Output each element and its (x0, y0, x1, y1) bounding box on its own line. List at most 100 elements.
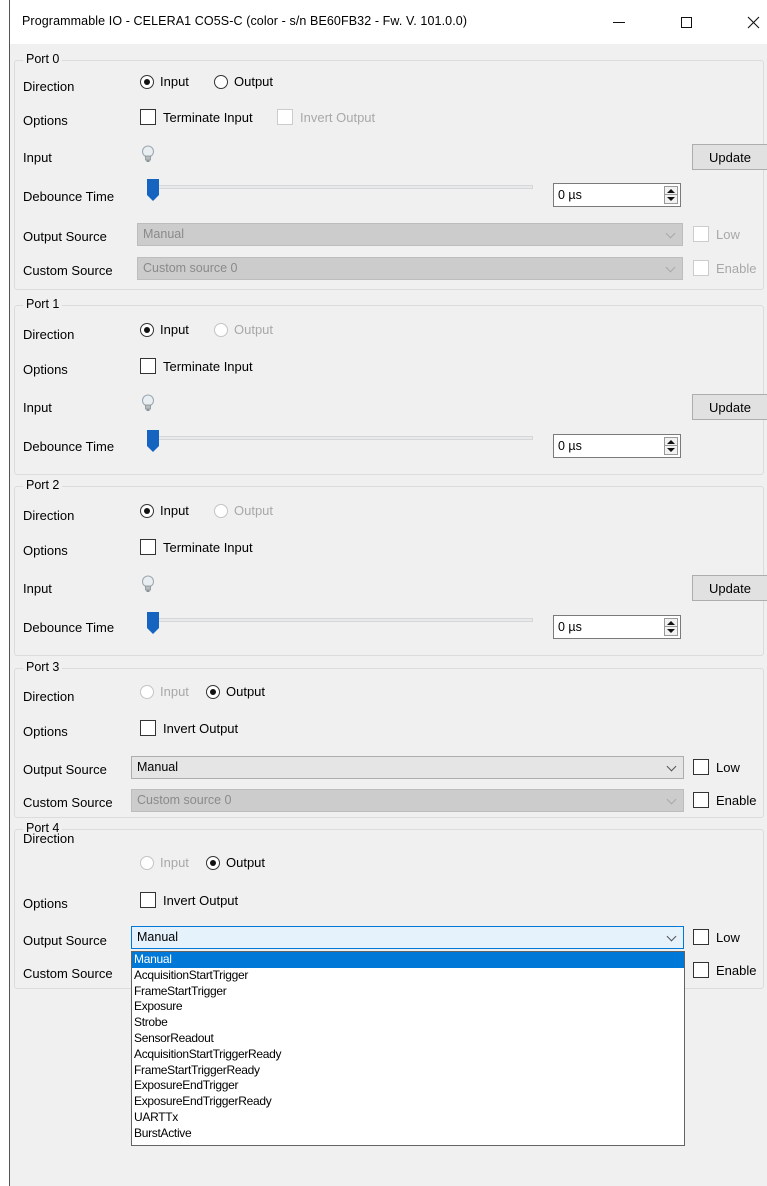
dropdown-option[interactable]: FrameStartTriggerReady (132, 1063, 684, 1079)
checkbox-label: Invert Output (300, 109, 376, 125)
port-0-debounce-spinbox[interactable]: 0 µs (553, 183, 681, 207)
spin-arrows-icon[interactable] (664, 618, 678, 636)
port-3-options-label: Options (23, 724, 68, 739)
port-2-title: Port 2 (23, 478, 63, 492)
spinbox-value: 0 µs (558, 188, 582, 202)
port-4-enable-checkbox[interactable]: Enable (693, 962, 756, 978)
minimize-button[interactable] (596, 0, 642, 44)
checkbox-icon (693, 759, 709, 775)
port-4-output-source-combo[interactable]: Manual (131, 926, 684, 949)
combo-value: Custom source 0 (143, 261, 238, 275)
port-2-debounce-slider-thumb[interactable] (147, 612, 159, 634)
dropdown-option[interactable]: AcquisitionStartTrigger (132, 968, 684, 984)
port-3-direction-input-radio: Input (140, 684, 189, 699)
port-4-direction-output-radio[interactable]: Output (206, 855, 265, 870)
port-0-direction-output-radio[interactable]: Output (214, 74, 273, 89)
close-icon (747, 16, 759, 28)
dropdown-option[interactable]: ExposureEndTriggerReady (132, 1094, 684, 1110)
port-0-title: Port 0 (23, 52, 63, 66)
port-2-debounce-slider[interactable] (147, 618, 533, 622)
combo-value: Manual (137, 760, 178, 774)
checkbox-icon (277, 109, 293, 125)
spin-arrows-icon[interactable] (664, 437, 678, 455)
radio-label: Input (160, 503, 189, 518)
checkbox-icon (140, 109, 156, 125)
radio-checked-icon (140, 74, 154, 89)
port-4-low-checkbox[interactable]: Low (693, 929, 740, 945)
dropdown-option[interactable]: UARTTx (132, 1110, 684, 1126)
port-3-output-source-combo[interactable]: Manual (131, 756, 684, 779)
port-1-debounce-slider-thumb[interactable] (147, 430, 159, 452)
maximize-button[interactable] (663, 0, 709, 44)
port-0-terminate-input-checkbox[interactable]: Terminate Input (140, 109, 253, 125)
dropdown-option[interactable]: BurstActive (132, 1126, 684, 1142)
checkbox-label: Terminate Input (163, 358, 253, 374)
checkbox-icon (693, 929, 709, 945)
port-0-options-label: Options (23, 113, 68, 128)
port-3-enable-checkbox[interactable]: Enable (693, 792, 756, 808)
port-0-debounce-slider-thumb[interactable] (147, 179, 159, 201)
checkbox-label: Terminate Input (163, 539, 253, 555)
checkbox-label: Invert Output (163, 892, 239, 908)
close-button[interactable] (730, 0, 767, 44)
dropdown-option[interactable]: SensorReadout (132, 1031, 684, 1047)
output-source-dropdown-list[interactable]: Manual AcquisitionStartTrigger FrameStartT… (131, 951, 685, 1146)
port-3-direction-output-radio[interactable]: Output (206, 684, 265, 699)
dropdown-option[interactable]: ExposureEndTrigger (132, 1078, 684, 1094)
checkbox-label: Enable (716, 792, 757, 808)
dropdown-option[interactable]: FrameStartTrigger (132, 984, 684, 1000)
port-3-invert-output-checkbox[interactable]: Invert Output (140, 720, 238, 736)
port-0-debounce-label: Debounce Time (23, 189, 115, 204)
port-4-invert-output-checkbox[interactable]: Invert Output (140, 892, 238, 908)
port-1-direction-output-radio: Output (214, 322, 273, 337)
port-2-direction-input-radio[interactable]: Input (140, 503, 189, 518)
maximize-icon (680, 16, 692, 28)
dropdown-option[interactable]: AcquisitionStartTriggerReady (132, 1047, 684, 1063)
port-0-debounce-slider[interactable] (147, 185, 533, 189)
dropdown-option[interactable]: Exposure (132, 999, 684, 1015)
checkbox-icon (140, 539, 156, 555)
port-1-debounce-spinbox[interactable]: 0 µs (553, 434, 681, 458)
port-3-custom-source-combo: Custom source 0 (131, 789, 684, 812)
port-0-custom-source-label: Custom Source (23, 263, 113, 278)
port-4-options-label: Options (23, 896, 68, 911)
port-0-custom-source-combo: Custom source 0 (137, 257, 683, 280)
port-2-direction-label: Direction (23, 508, 75, 523)
checkbox-icon (693, 962, 709, 978)
port-0-enable-checkbox: Enable (693, 260, 756, 276)
checkbox-label: Terminate Input (163, 109, 253, 125)
chevron-down-icon (666, 761, 677, 772)
checkbox-label: Enable (716, 260, 757, 276)
radio-label: Input (160, 855, 189, 870)
radio-checked-icon (140, 503, 154, 518)
radio-checked-icon (140, 322, 154, 337)
port-2-update-button[interactable]: Update (692, 575, 767, 601)
radio-label: Output (234, 322, 274, 337)
spin-arrows-icon[interactable] (664, 186, 678, 204)
port-1-debounce-slider[interactable] (147, 436, 533, 440)
port-3-low-checkbox[interactable]: Low (693, 759, 740, 775)
combo-value: Manual (143, 227, 184, 241)
radio-unchecked-icon (214, 503, 228, 518)
port-0-update-button[interactable]: Update (692, 144, 767, 170)
port-1-update-button[interactable]: Update (692, 394, 767, 420)
port-1-input-label: Input (23, 400, 52, 415)
port-1-direction-input-radio[interactable]: Input (140, 322, 189, 337)
dropdown-option[interactable]: Strobe (132, 1015, 684, 1031)
checkbox-label: Low (716, 929, 740, 945)
checkbox-icon (693, 226, 709, 242)
dropdown-option[interactable]: Manual (132, 952, 684, 968)
port-3-custom-source-label: Custom Source (23, 795, 113, 810)
port-0-direction-input-radio[interactable]: Input (140, 74, 189, 89)
title-bar: Programmable IO - CELERA1 CO5S-C (color … (10, 0, 767, 44)
port-2-terminate-input-checkbox[interactable]: Terminate Input (140, 539, 253, 555)
port-0-output-source-label: Output Source (23, 229, 107, 244)
port-1-terminate-input-checkbox[interactable]: Terminate Input (140, 358, 253, 374)
port-2-options-label: Options (23, 543, 68, 558)
combo-value: Custom source 0 (137, 793, 232, 807)
radio-unchecked-icon (214, 74, 228, 89)
port-0-input-label: Input (23, 150, 52, 165)
chevron-down-icon (665, 228, 676, 239)
port-2-debounce-spinbox[interactable]: 0 µs (553, 615, 681, 639)
port-0-invert-output-checkbox[interactable]: Invert Output (277, 109, 375, 125)
